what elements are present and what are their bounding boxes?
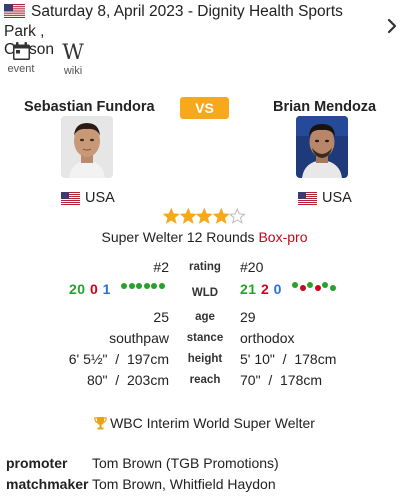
- star-filled-icon: [196, 208, 213, 224]
- fighter-right-recent-form: [292, 282, 336, 291]
- stance-label: stance: [186, 332, 224, 344]
- title-belt[interactable]: WBC Interim World Super Welter: [0, 415, 409, 431]
- form-win-dot: [136, 283, 142, 289]
- event-date-venue: Saturday 8, April 2023 - Dignity Health …: [4, 3, 343, 40]
- us-flag-icon: [298, 191, 317, 205]
- calendar-icon: [12, 42, 30, 60]
- promoter-value[interactable]: Tom Brown (TGB Promotions): [92, 455, 279, 471]
- form-win-dot: [329, 285, 336, 291]
- wiki-link-label: wiki: [63, 65, 83, 77]
- fighter-left-country-label: USA: [85, 190, 115, 206]
- promoter-label: promoter: [6, 455, 68, 471]
- fighter-right-reach: 70" / 178cm: [240, 372, 323, 388]
- matchmaker-value[interactable]: Tom Brown, Whitfield Haydon: [92, 476, 276, 492]
- star-filled-icon: [163, 208, 180, 224]
- fighter-right-losses: 2: [260, 281, 270, 297]
- event-link[interactable]: event: [6, 42, 36, 77]
- bout-rating-stars: [163, 208, 246, 224]
- promoter-row: promoter Tom Brown (TGB Promotions): [6, 455, 279, 471]
- form-loss-dot: [314, 285, 321, 291]
- fighter-left-name[interactable]: Sebastian Fundora: [24, 99, 155, 115]
- fighter-left-losses: 0: [89, 281, 99, 297]
- title-belt-label: WBC Interim World Super Welter: [110, 415, 315, 431]
- event-link-label: event: [7, 63, 35, 75]
- us-flag-icon: [4, 4, 25, 23]
- form-win-dot: [322, 282, 328, 288]
- fighter-left-rating: #2: [153, 259, 169, 275]
- form-win-dot: [128, 283, 135, 289]
- height-label: height: [187, 353, 223, 365]
- event-links: event W wiki: [6, 40, 88, 78]
- form-win-dot: [292, 282, 298, 288]
- form-win-dot: [158, 283, 165, 289]
- age-label: age: [195, 311, 215, 323]
- wikipedia-icon: W: [62, 40, 84, 64]
- fighter-left-age: 25: [153, 309, 169, 325]
- bout-division: Super Welter 12 Rounds: [101, 229, 255, 245]
- star-empty-icon: [229, 208, 246, 224]
- form-win-dot: [307, 282, 313, 288]
- fighter-left-wins: 20: [69, 281, 86, 297]
- matchmaker-row: matchmaker Tom Brown, Whitfield Haydon: [6, 476, 276, 492]
- rating-label: rating: [189, 261, 221, 273]
- fighter-right-name[interactable]: Brian Mendoza: [273, 99, 376, 115]
- us-flag-icon: [61, 191, 80, 205]
- vs-badge: VS: [180, 97, 229, 119]
- fighter-right-age: 29: [240, 309, 256, 325]
- fighter-left-reach: 80" / 203cm: [86, 372, 169, 388]
- fighter-right-height: 5' 10" / 178cm: [240, 351, 337, 367]
- chevron-right-icon[interactable]: [385, 17, 399, 35]
- fighter-right-country-label: USA: [322, 190, 352, 206]
- fighter-left-record: 20 0 1: [69, 281, 111, 297]
- form-loss-dot: [299, 285, 306, 291]
- fighter-left-photo[interactable]: [61, 116, 113, 178]
- fighter-left-draws: 1: [102, 281, 111, 297]
- matchmaker-label: matchmaker: [6, 476, 89, 492]
- form-win-dot: [121, 283, 127, 289]
- form-win-dot: [151, 283, 157, 289]
- bout-description: Super Welter 12 Rounds Box-pro: [0, 229, 409, 245]
- fighter-right-draws: 0: [273, 281, 282, 297]
- trophy-icon: [94, 417, 107, 430]
- fighter-left-recent-form: [121, 283, 165, 289]
- wld-label: WLD: [191, 287, 219, 299]
- fighter-right-photo[interactable]: [296, 116, 348, 178]
- wiki-link[interactable]: W wiki: [58, 40, 88, 78]
- fighter-right-country: USA: [298, 190, 352, 206]
- form-win-dot: [143, 283, 150, 289]
- bout-type: Box-pro: [258, 229, 308, 245]
- reach-label: reach: [189, 374, 221, 386]
- star-filled-icon: [179, 208, 196, 224]
- fighter-right-stance: orthodox: [240, 330, 295, 346]
- fighter-left-stance: southpaw: [109, 330, 169, 346]
- fighter-right-rating: #20: [240, 259, 264, 275]
- fighter-right-record: 21 2 0: [240, 281, 282, 297]
- fighter-left-country: USA: [61, 190, 115, 206]
- star-filled-icon: [212, 208, 229, 224]
- fighter-left-height: 6' 5½" / 197cm: [68, 351, 169, 367]
- fighter-right-wins: 21: [240, 281, 257, 297]
